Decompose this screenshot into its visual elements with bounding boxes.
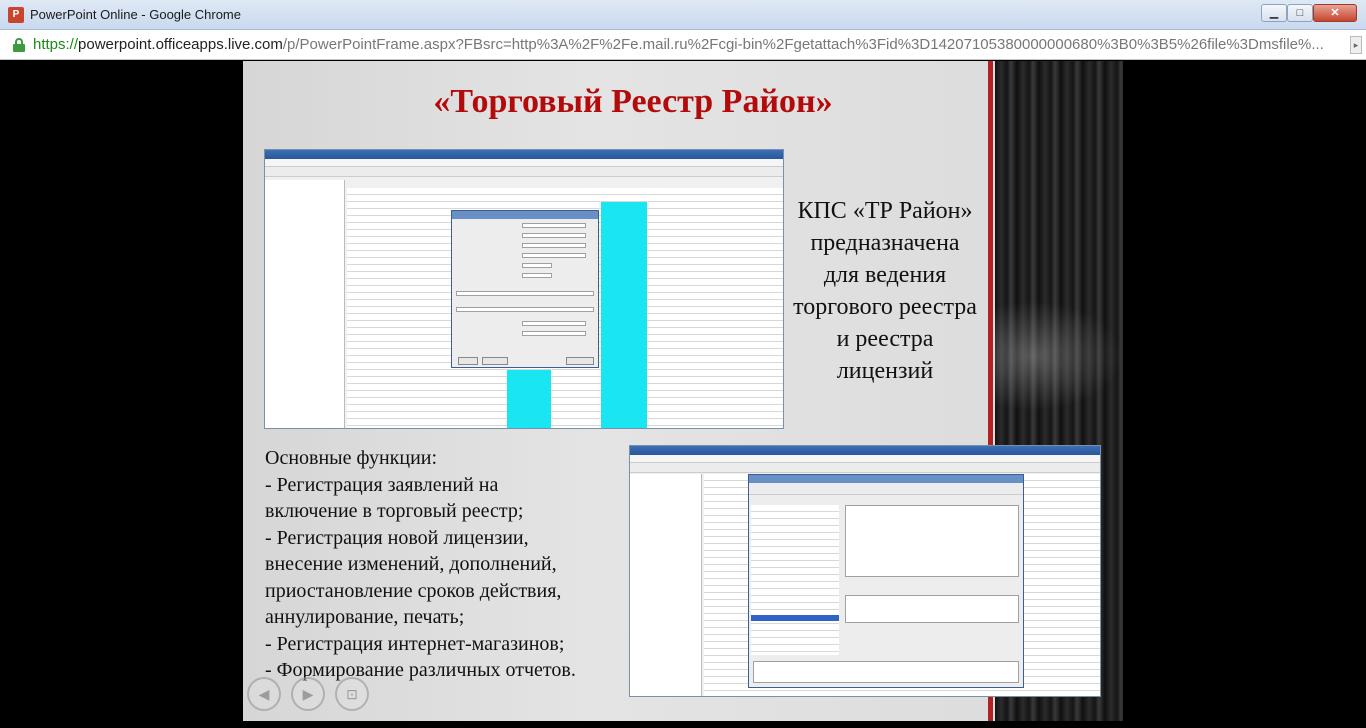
url-scheme: https:// (33, 36, 79, 53)
functions-line: внесение изменений, дополнений, (265, 553, 557, 575)
window-titlebar: P PowerPoint Online - Google Chrome ▁ □ … (0, 0, 1366, 30)
description-line: КПС «ТР Район» (797, 198, 973, 224)
address-bar[interactable]: https://powerpoint.officeapps.live.com/p… (0, 30, 1366, 60)
scroll-right-icon[interactable]: ▸ (1350, 36, 1362, 54)
url-path: /p/PowerPointFrame.aspx?FBsrc=http%3A%2F… (282, 36, 1324, 53)
functions-line: - Регистрация новой лицензии, (265, 526, 529, 549)
url-host: powerpoint.officeapps.live.com (78, 36, 283, 53)
previous-slide-button[interactable]: ◀ (247, 677, 281, 711)
description-line: для ведения (823, 262, 947, 288)
close-button[interactable]: ✕ (1313, 4, 1357, 22)
functions-line: включение в торговый реестр; (265, 500, 524, 522)
description-line: и реестра (836, 326, 934, 352)
minimize-button[interactable]: ▁ (1261, 4, 1287, 22)
description-line: торгового реестра (793, 294, 977, 320)
functions-list: Основные функции: - Регистрация заявлени… (265, 445, 645, 684)
next-slide-button[interactable]: ▶ (291, 677, 325, 711)
fullscreen-icon: ⊡ (346, 686, 358, 702)
powerpoint-icon: P (8, 7, 24, 23)
functions-line: Основные функции: (265, 447, 438, 469)
screenshot-license-registration (264, 149, 784, 429)
slide-description: КПС «ТР Район» предназначена для ведения… (773, 195, 997, 387)
slide-title: «Торговый Реестр Район» (433, 83, 833, 120)
description-line: лицензий (836, 358, 934, 384)
url-field[interactable]: https://powerpoint.officeapps.live.com/p… (33, 36, 1343, 53)
functions-line: приостановление сроков действия, (265, 579, 562, 602)
fullscreen-button[interactable]: ⊡ (335, 677, 369, 711)
screenshot-trade-objects (629, 445, 1101, 697)
maximize-button[interactable]: □ (1287, 4, 1313, 22)
description-line: предназначена (810, 230, 960, 256)
window-title: PowerPoint Online - Google Chrome (30, 7, 241, 22)
slide: «Торговый Реестр Район» КПС «ТР Район» п… (243, 61, 1123, 721)
functions-line: - Регистрация заявлений на (265, 473, 499, 496)
functions-line: аннулирование, печать; (265, 606, 465, 628)
functions-line: - Регистрация интернет-магазинов; (265, 632, 565, 655)
lock-icon (13, 38, 25, 52)
slide-viewer: «Торговый Реестр Район» КПС «ТР Район» п… (0, 61, 1366, 728)
chevron-right-icon: ▶ (302, 686, 314, 702)
chevron-left-icon: ◀ (258, 686, 270, 702)
